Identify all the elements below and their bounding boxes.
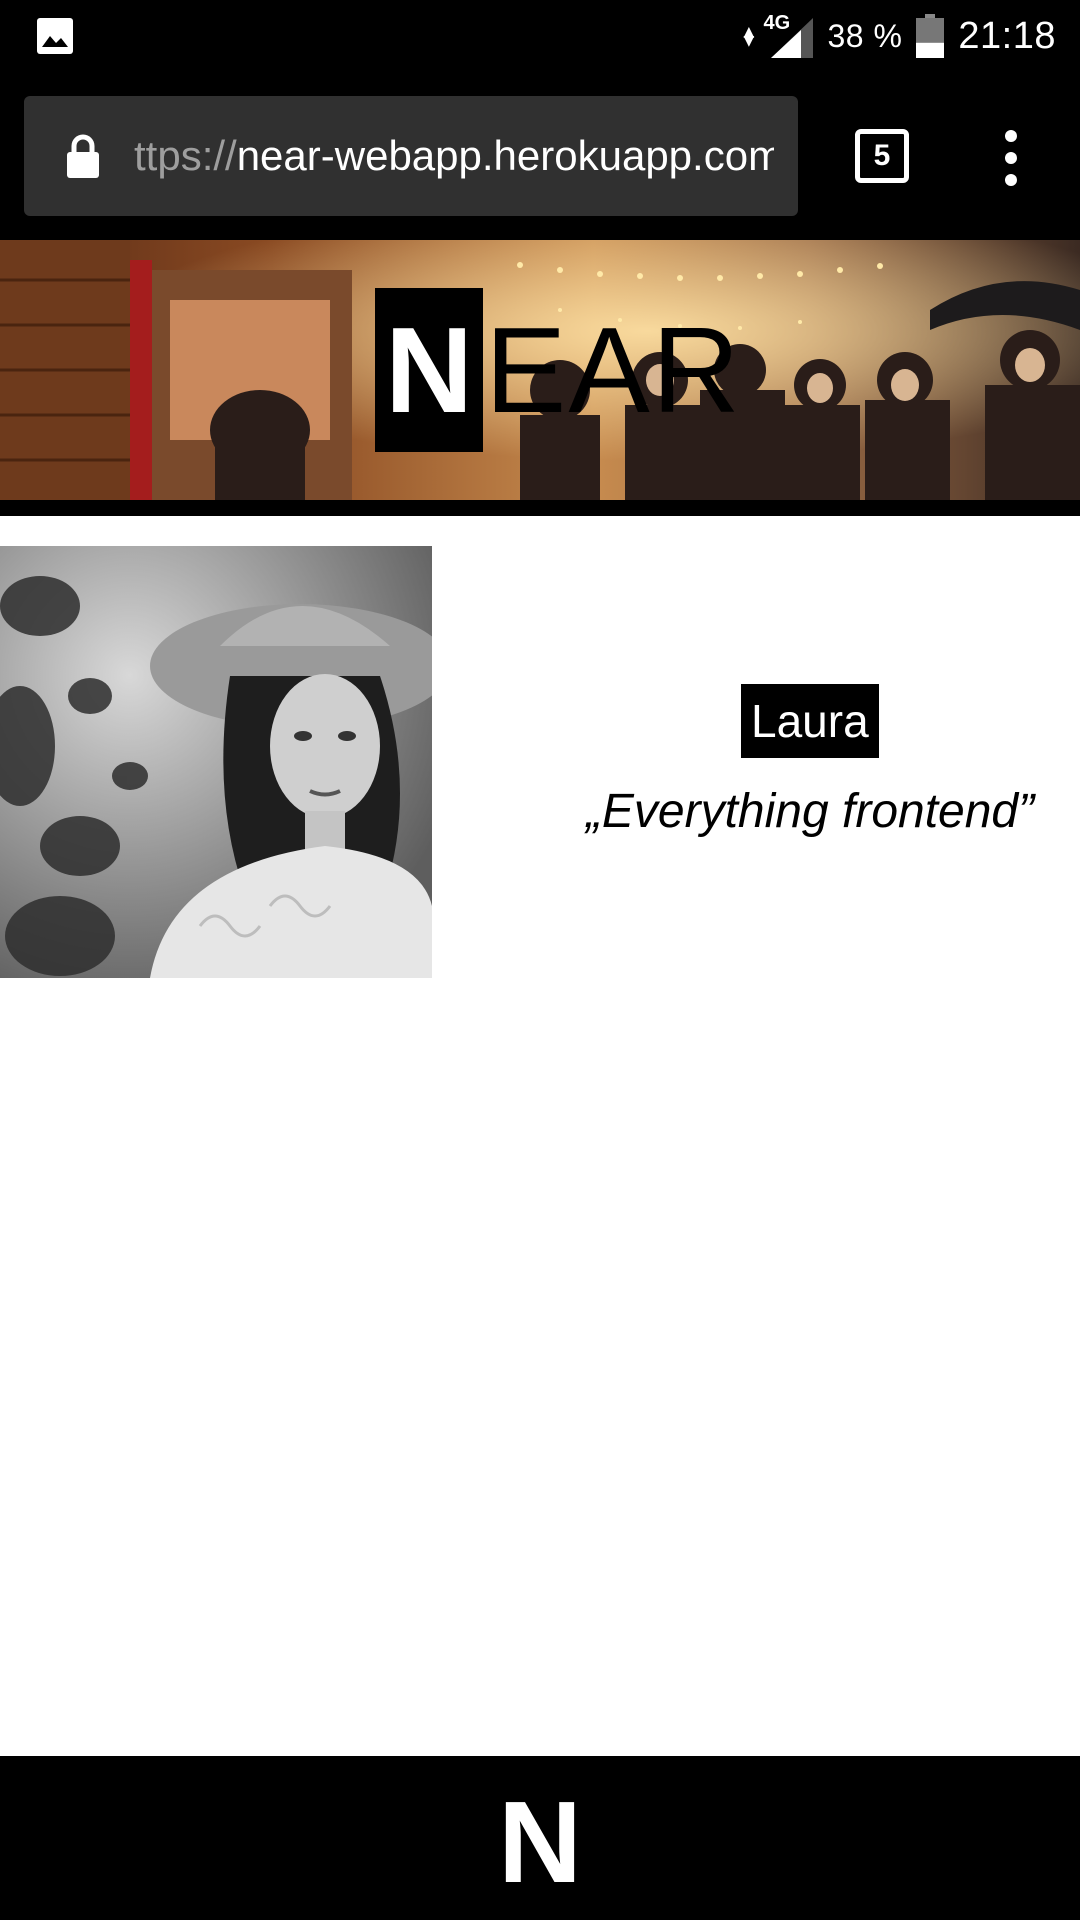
hero-banner: N EAR (0, 240, 1080, 516)
logo-text: EAR (485, 302, 742, 438)
site-logo[interactable]: N EAR (375, 288, 742, 452)
clock: 21:18 (958, 14, 1056, 57)
footer-logo[interactable]: N (498, 1784, 582, 1900)
url-text[interactable]: ttps://near-webapp.herokuapp.com (134, 132, 774, 180)
url-scheme: ttps:// (134, 132, 237, 179)
battery-icon (916, 14, 945, 58)
signal-icon (771, 18, 814, 58)
url-bar[interactable]: ttps://near-webapp.herokuapp.com (24, 96, 798, 216)
tab-count: 5 (873, 139, 891, 172)
url-host: near-webapp.herokuapp.com (236, 132, 774, 179)
logo-initial: N (375, 288, 483, 452)
browser-toolbar: ttps://near-webapp.herokuapp.com 5 (0, 72, 1080, 240)
profile-name: Laura (741, 684, 879, 758)
status-indicators: ▲ ▼ 4G 38 % 21:18 (743, 0, 1056, 72)
battery-percent: 38 % (827, 17, 903, 54)
web-page: N EAR Laura „Everything frontend” (0, 240, 1080, 1756)
gallery-icon (37, 18, 73, 54)
status-bar: ▲ ▼ 4G 38 % 21:18 (0, 0, 1080, 72)
profile-quote: „Everything frontend” (585, 785, 1035, 838)
overflow-menu-icon[interactable] (996, 130, 1026, 186)
profile-photo (0, 546, 432, 978)
network-indicator: ▲ ▼ 4G (743, 12, 814, 58)
data-arrows-icon: ▲ ▼ (743, 24, 755, 49)
lock-icon (67, 134, 99, 178)
site-footer: N (0, 1756, 1080, 1920)
tab-switcher-button[interactable]: 5 (855, 129, 909, 183)
